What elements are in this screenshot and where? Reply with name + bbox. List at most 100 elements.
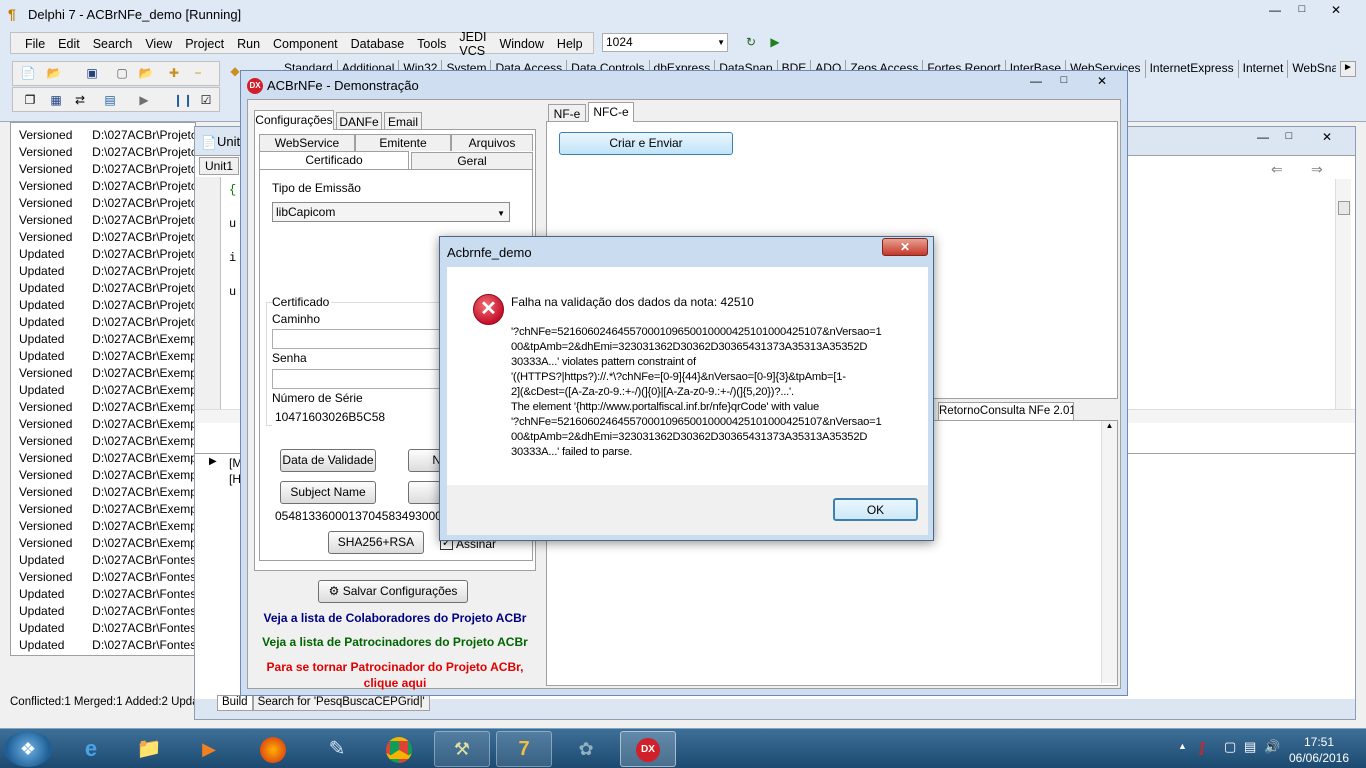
explorer-taskbar-icon[interactable]: 📁 (124, 731, 174, 767)
salvar-configuracoes-button[interactable]: ⚙ Salvar Configurações (318, 580, 468, 603)
vcs-row[interactable]: Versioned D:\027ACBr\Exempl (11, 518, 195, 535)
dialog-close-button[interactable]: ✕ (882, 238, 928, 256)
menu-item-run[interactable]: Run (237, 37, 260, 51)
vcs-row[interactable]: Updated D:\027ACBr\Projeto (11, 297, 195, 314)
palette-scroll-right-icon[interactable]: ► (1340, 61, 1356, 77)
tools-taskbar-icon[interactable]: ⚒ (434, 731, 490, 767)
menu-item-tools[interactable]: Tools (417, 37, 446, 51)
lower-tab-retorno[interactable]: RetornoConsulta NFe 2.01 (938, 402, 1074, 420)
new-form-icon[interactable]: ▤ (101, 92, 119, 108)
firefox-taskbar-icon[interactable] (246, 731, 300, 767)
tray-network-icon[interactable]: ▤ (1244, 739, 1256, 755)
vcs-row[interactable]: Updated D:\027ACBr\Projeto (11, 314, 195, 331)
chrome-taskbar-icon[interactable] (372, 731, 426, 767)
acbr-taskbar-icon[interactable]: DX (620, 731, 676, 767)
tab-configuracoes[interactable]: Configurações (254, 110, 334, 130)
vcs-row[interactable]: Versioned D:\027ACBr\Exempl (11, 416, 195, 433)
vcs-row[interactable]: Versioned D:\027ACBr\Projeto (11, 144, 195, 161)
vcs-row[interactable]: Versioned D:\027ACBr\Projeto (11, 161, 195, 178)
refresh-icon[interactable]: ↻ (742, 34, 760, 50)
trace-icon[interactable]: ☑ (197, 92, 215, 108)
vcs-row[interactable]: Versioned D:\027ACBr\Exempl (11, 467, 195, 484)
tab-certificado[interactable]: Certificado (259, 151, 409, 169)
subject-name-button[interactable]: Subject Name (280, 481, 376, 504)
view-unit-icon[interactable]: ❐ (21, 92, 39, 108)
vcs-row[interactable]: Versioned D:\027ACBr\Projeto (11, 178, 195, 195)
tray-monitor-icon[interactable]: ▢ (1224, 739, 1236, 755)
vcs-row[interactable]: Versioned D:\027ACBr\Exempl (11, 450, 195, 467)
messages-expand-icon[interactable]: ▶ (209, 456, 217, 467)
editor-maximize-button[interactable]: □ (1277, 130, 1301, 146)
vcs-row[interactable]: Versioned D:\027ACBr\Exempl (11, 484, 195, 501)
vcs-row[interactable]: Updated D:\027ACBr\Fontes (11, 586, 195, 603)
open-folder-icon[interactable]: 📂 (45, 65, 63, 81)
tipo-emissao-select[interactable]: libCapicom ▼ (272, 202, 510, 222)
tab-nfce[interactable]: NFC-e (588, 102, 634, 122)
tab-build[interactable]: Build (217, 695, 253, 711)
vcs-row[interactable]: Versioned D:\027ACBr\Projeto (11, 212, 195, 229)
vcs-row[interactable]: Updated D:\027ACBr\Exempl (11, 331, 195, 348)
tab-email[interactable]: Email (384, 112, 422, 130)
vcs-row[interactable]: Updated D:\027ACBr\Exempl (11, 348, 195, 365)
toggle-form-icon[interactable]: ⇄ (71, 92, 89, 108)
vcs-row[interactable]: Versioned D:\027ACBr\Exempl (11, 501, 195, 518)
run-icon[interactable]: ▶ (135, 92, 153, 108)
open-project-icon[interactable]: 📂 (137, 65, 155, 81)
cnpj-input[interactable]: 054813360001370458349300019 (272, 507, 452, 527)
editor-close-button[interactable]: ✕ (1315, 130, 1339, 146)
tray-arrow-icon[interactable]: ▲ (1178, 741, 1187, 751)
menu-item-component[interactable]: Component (273, 37, 338, 51)
vcs-row[interactable]: Versioned D:\027ACBr\Projeto (11, 229, 195, 246)
notepad-taskbar-icon[interactable]: ✎ (310, 731, 364, 767)
vcs-row[interactable]: Updated D:\027ACBr\Fontes (11, 603, 195, 620)
media-player-taskbar-icon[interactable]: ▶ (184, 731, 234, 767)
close-file-icon[interactable]: ▢ (113, 65, 131, 81)
menu-item-file[interactable]: File (25, 37, 45, 51)
vcs-row[interactable]: Updated D:\027ACBr\Fontes (11, 637, 195, 654)
nav-forward-icon[interactable]: ⇒ (1311, 161, 1323, 178)
palette-tab-internet[interactable]: Internet (1239, 60, 1289, 78)
vcs-row[interactable]: Versioned D:\027ACBr\Exempl (11, 433, 195, 450)
tab-emitente[interactable]: Emitente (355, 134, 451, 151)
tab-nfe[interactable]: NF-e (548, 104, 586, 122)
ie-taskbar-icon[interactable]: e (66, 731, 116, 767)
vcs-row[interactable]: Updated D:\027ACBr\Fontes (11, 620, 195, 637)
tab-webservice[interactable]: WebService (259, 134, 355, 151)
vcs-row[interactable]: Updated D:\027ACBr\Projeto (11, 280, 195, 297)
acbr-close-button[interactable]: ✕ (1087, 74, 1117, 91)
palette-tab-websnap[interactable]: WebSnap (1288, 60, 1336, 78)
tortoise-taskbar-icon[interactable]: ✿ (558, 731, 614, 767)
vcs-row[interactable]: Updated D:\027ACBr\Projeto (11, 263, 195, 280)
ok-button[interactable]: OK (833, 498, 918, 521)
remove-file-icon[interactable]: − (189, 65, 207, 81)
tab-danfe[interactable]: DANFe (336, 112, 382, 130)
link-patrocinadores[interactable]: Veja a lista de Patrocinadores do Projet… (248, 635, 542, 649)
link-colaboradores[interactable]: Veja a lista de Colaboradores do Projeto… (248, 611, 542, 625)
menu-item-jedi-vcs[interactable]: JEDI VCS (459, 30, 486, 58)
vcs-row[interactable]: Versioned D:\027ACBr\Projeto (11, 195, 195, 212)
memo-vscroll[interactable]: ▲ (1101, 421, 1117, 683)
tab-arquivos[interactable]: Arquivos (451, 134, 533, 151)
clock-date[interactable]: 06/06/2016 (1276, 751, 1362, 765)
editor-tab-unit1[interactable]: Unit1 (199, 157, 239, 175)
delphi-taskbar-icon[interactable]: 7 (496, 731, 552, 767)
clock-time[interactable]: 17:51 (1290, 735, 1348, 749)
menu-item-database[interactable]: Database (351, 37, 405, 51)
vcs-row[interactable]: Versioned D:\027ACBr\Exempl (11, 535, 195, 552)
tab-geral[interactable]: Geral (411, 152, 533, 169)
vcs-row[interactable]: Versioned D:\027ACBr\Projeto (11, 127, 195, 144)
tray-pdf-icon[interactable]: ∫ (1200, 739, 1204, 755)
delphi-maximize-button[interactable]: □ (1289, 3, 1315, 19)
palette-tab-internetexpress[interactable]: InternetExpress (1146, 60, 1239, 78)
vcs-row[interactable]: Updated D:\027ACBr\Exempl (11, 382, 195, 399)
tab-search-results[interactable]: Search for 'PesqBuscaCEPGrid|' (252, 695, 430, 711)
menu-item-search[interactable]: Search (93, 37, 133, 51)
acbr-minimize-button[interactable]: — (1023, 74, 1049, 91)
nav-back-icon[interactable]: ⇐ (1271, 161, 1283, 178)
menu-item-window[interactable]: Window (499, 37, 543, 51)
start-button[interactable]: ❖ (4, 731, 52, 767)
new-file-icon[interactable]: 📄 (19, 65, 37, 81)
data-validade-button[interactable]: Data de Validade (280, 449, 376, 472)
menu-item-help[interactable]: Help (557, 37, 583, 51)
vcs-row[interactable]: Updated D:\027ACBr\Projeto (11, 246, 195, 263)
